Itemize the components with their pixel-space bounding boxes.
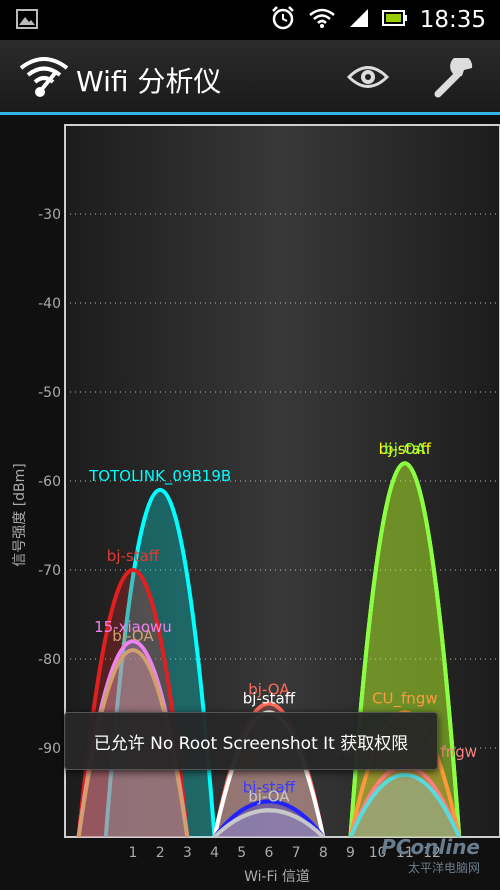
y-tick-label: -80 bbox=[38, 652, 61, 668]
wifi-analyzer-logo-icon[interactable] bbox=[18, 54, 70, 104]
app-title: Wifi 分析仪 bbox=[76, 65, 222, 98]
signal-chart[interactable]: -30 -40 -50 -60 -70 -80 -90 1 2 3 4 5 6 7 8 9 10 11 12 TOTO… bbox=[0, 115, 500, 890]
x-tick-label: 2 bbox=[156, 845, 165, 861]
signal-label: bj-staff bbox=[243, 689, 296, 707]
signal-label: TOTOLINK_09B19B bbox=[88, 467, 231, 486]
y-tick-label: -30 bbox=[38, 207, 61, 223]
x-tick-label: 8 bbox=[319, 845, 328, 861]
image-notification-icon bbox=[16, 9, 38, 33]
signal-label: CU_fngw bbox=[372, 689, 438, 708]
x-tick-label: 7 bbox=[292, 845, 301, 861]
x-tick-label: 5 bbox=[237, 845, 246, 861]
watermark-brand: PConline bbox=[381, 835, 480, 859]
signal-label: bj-OA bbox=[384, 440, 426, 458]
signal-label: bj-staff bbox=[107, 547, 160, 565]
toast-message: 已允许 No Root Screenshot It 获取权限 bbox=[64, 712, 438, 770]
signal-chart-svg: -30-40-50-60-70-80-901 2 3 4 5 6 7 8 9 10 11 12TOTO… bbox=[0, 115, 500, 890]
wrench-icon[interactable] bbox=[432, 55, 478, 102]
action-bar bbox=[0, 40, 500, 112]
x-tick-label: 4 bbox=[210, 845, 219, 861]
signal-label: bj-OA bbox=[112, 627, 154, 645]
y-tick-label: -40 bbox=[38, 296, 61, 312]
eye-icon[interactable] bbox=[346, 62, 390, 96]
wifi-icon bbox=[308, 7, 336, 33]
y-tick-label: -90 bbox=[38, 741, 61, 757]
y-axis-title: 信号强度 [dBm] bbox=[12, 463, 28, 567]
status-bar: 18:35 bbox=[0, 0, 500, 40]
x-tick-label: 3 bbox=[183, 845, 192, 861]
battery-icon bbox=[381, 9, 408, 31]
signal-icon bbox=[348, 7, 370, 33]
signal-label: bj-OA bbox=[248, 787, 290, 805]
x-tick-label: 1 bbox=[129, 845, 138, 861]
pconline-watermark: PConline 太平洋电脑网 bbox=[380, 830, 490, 884]
watermark-sub: 太平洋电脑网 bbox=[408, 860, 480, 875]
y-tick-label: -70 bbox=[38, 563, 61, 579]
y-tick-label: -60 bbox=[38, 474, 61, 490]
x-tick-label: 6 bbox=[264, 845, 273, 861]
status-time: 18:35 bbox=[419, 7, 486, 33]
x-axis-title: Wi-Fi 信道 bbox=[244, 869, 310, 885]
y-tick-label: -50 bbox=[38, 385, 61, 401]
alarm-icon bbox=[270, 5, 296, 35]
x-tick-label: 9 bbox=[346, 845, 355, 861]
